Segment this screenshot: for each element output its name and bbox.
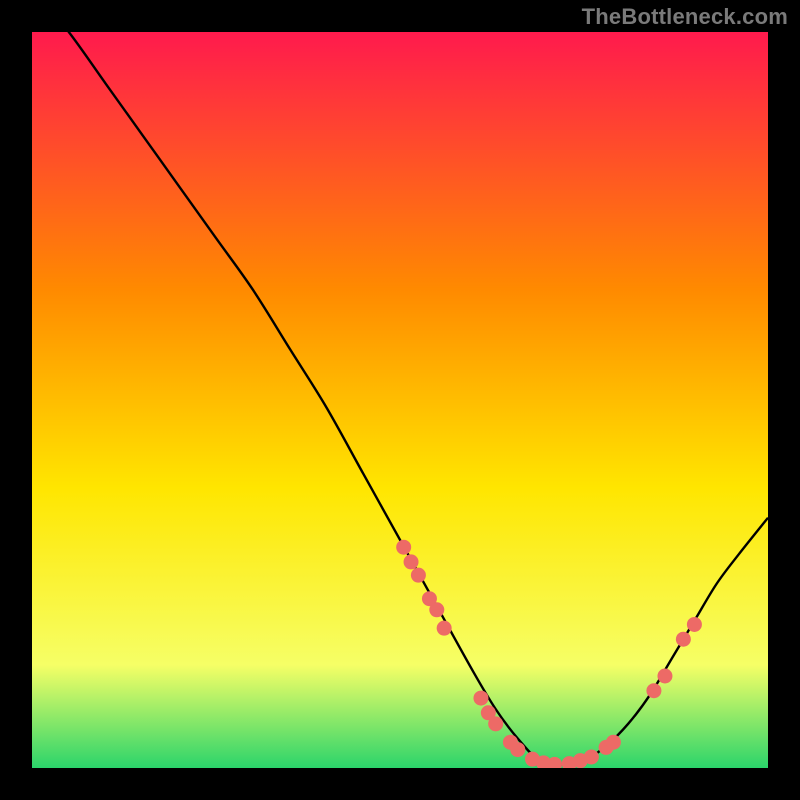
data-marker [646, 683, 661, 698]
data-marker [396, 540, 411, 555]
chart-frame: TheBottleneck.com [0, 0, 800, 800]
data-marker [411, 568, 426, 583]
data-marker [429, 602, 444, 617]
data-marker [437, 621, 452, 636]
watermark-text: TheBottleneck.com [582, 4, 788, 30]
data-marker [687, 617, 702, 632]
data-marker [676, 632, 691, 647]
data-marker [404, 554, 419, 569]
data-marker [584, 749, 599, 764]
data-marker [510, 742, 525, 757]
data-marker [657, 669, 672, 684]
data-marker [473, 691, 488, 706]
marker-layer [396, 540, 702, 768]
data-marker [488, 716, 503, 731]
data-marker [606, 735, 621, 750]
bottleneck-curve [32, 32, 768, 768]
curve-path [32, 32, 768, 764]
plot-area [32, 32, 768, 768]
